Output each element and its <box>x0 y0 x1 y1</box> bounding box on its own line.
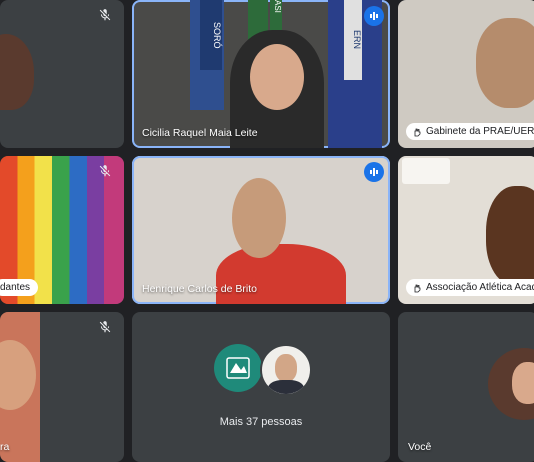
participant-name: Associação Atlética Acadê <box>426 282 534 293</box>
mic-off-icon <box>99 165 111 177</box>
overflow-tile[interactable]: Mais 37 pessoas <box>132 312 390 462</box>
participant-video <box>486 186 534 286</box>
participant-tile-3[interactable]: Gabinete da PRAE/UERN <box>398 0 534 148</box>
hand-icon <box>414 284 421 292</box>
participant-name-pill: Associação Atlética Acadê <box>406 279 534 296</box>
participant-name: Gabinete da PRAE/UERN <box>426 126 534 137</box>
participant-tile-5[interactable]: Henrique Carlos de Brito <box>132 156 390 304</box>
air-conditioner <box>402 158 450 184</box>
speaking-indicator-icon <box>364 6 384 26</box>
suit <box>268 380 304 394</box>
participant-name: Cicilia Raquel Maia Leite <box>142 127 258 139</box>
participant-name: ra <box>0 441 10 453</box>
banner-left: SORÓ <box>200 0 222 70</box>
self-tile[interactable]: Você <box>398 312 534 462</box>
speaking-indicator-icon <box>364 162 384 182</box>
avatar-participant <box>260 344 312 396</box>
avatar <box>0 34 34 110</box>
participant-name-pill: Gabinete da PRAE/UERN <box>406 123 534 140</box>
mic-off-icon <box>99 321 111 333</box>
participant-tile-1[interactable] <box>0 0 124 148</box>
more-participants-label: Mais 37 pessoas <box>219 416 303 428</box>
mic-off-icon <box>99 9 111 21</box>
participant-tile-4[interactable]: dantes <box>0 156 124 304</box>
participant-tile-7[interactable]: ra <box>0 312 124 462</box>
participant-tile-2[interactable]: SORÓ ASI ERN Cicilia Raquel Maia Leite <box>132 0 390 148</box>
self-name: Você <box>408 441 432 453</box>
face <box>250 44 304 110</box>
face <box>275 354 297 382</box>
participant-video <box>216 244 346 304</box>
avatar-association-logo <box>214 344 262 392</box>
face <box>232 178 286 258</box>
hand-icon <box>414 128 421 136</box>
participant-name: dantes <box>0 282 31 293</box>
participant-name: Henrique Carlos de Brito <box>142 283 257 295</box>
participant-tile-6[interactable]: Associação Atlética Acadê <box>398 156 534 304</box>
self-avatar <box>488 348 534 420</box>
participant-name-pill: dantes <box>0 279 39 296</box>
face <box>512 362 534 404</box>
participant-video <box>476 18 534 108</box>
banner-right: ERN <box>344 0 362 80</box>
